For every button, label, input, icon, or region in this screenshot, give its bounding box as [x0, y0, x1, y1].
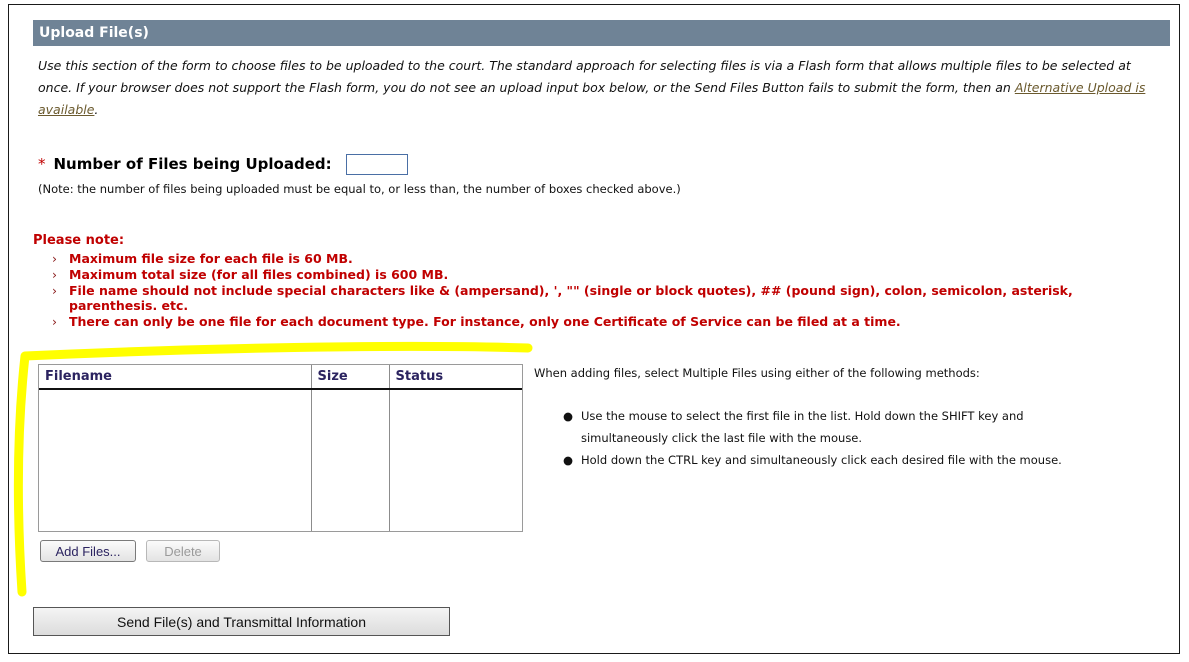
bullet-icon: ●: [563, 409, 574, 423]
note-item-text: There can only be one file for each docu…: [69, 313, 901, 329]
section-header: Upload File(s): [33, 20, 1170, 46]
instruction-item: ● Use the mouse to select the first file …: [563, 405, 1108, 449]
file-count-note: (Note: the number of files being uploade…: [38, 182, 681, 196]
bullet-icon: ●: [563, 453, 574, 467]
note-item-text: File name should not include special cha…: [69, 283, 1073, 313]
intro-text-after-link: .: [94, 102, 99, 117]
column-header-filename[interactable]: Filename: [39, 365, 312, 390]
chevron-right-icon: ›: [52, 313, 57, 329]
chevron-right-icon: ›: [52, 251, 57, 266]
chevron-right-icon: ›: [52, 267, 57, 282]
note-item: › File name should not include special ch…: [52, 283, 1152, 313]
column-header-status[interactable]: Status: [389, 365, 522, 390]
size-column-cell: [311, 389, 390, 531]
instruction-item-text: Use the mouse to select the first file i…: [581, 409, 1024, 445]
note-item-text: Maximum file size for each file is 60 MB…: [69, 251, 353, 266]
note-item: › Maximum file size for each file is 60 M…: [52, 251, 1152, 267]
delete-button[interactable]: Delete: [146, 540, 220, 562]
status-column-cell: [389, 389, 522, 531]
required-marker: *: [38, 155, 46, 173]
instructions-list: ● Use the mouse to select the first file …: [563, 405, 1108, 471]
instructions-title: When adding files, select Multiple Files…: [534, 366, 980, 380]
file-count-label: Number of Files being Uploaded:: [53, 155, 332, 173]
intro-text-before-link: Use this section of the form to choose f…: [38, 58, 1131, 95]
please-note-heading: Please note:: [33, 233, 125, 248]
chevron-right-icon: ›: [52, 283, 57, 298]
file-list-table[interactable]: Filename Size Status: [38, 364, 523, 532]
file-count-input[interactable]: [345, 153, 408, 175]
note-item: › Maximum total size (for all files combi…: [52, 267, 1152, 283]
file-count-row: * Number of Files being Uploaded:: [38, 151, 408, 177]
instruction-item-text: Hold down the CTRL key and simultaneousl…: [581, 453, 1062, 467]
add-files-button[interactable]: Add Files...: [40, 540, 136, 562]
note-item: › There can only be one file for each doc…: [52, 313, 1152, 330]
empty-table-body: [39, 389, 522, 531]
note-item-text: Maximum total size (for all files combin…: [69, 267, 449, 282]
column-header-size[interactable]: Size: [311, 365, 390, 390]
instruction-item: ● Hold down the CTRL key and simultaneous…: [563, 449, 1108, 471]
filename-column-cell: [39, 389, 312, 531]
please-note-list: › Maximum file size for each file is 60 M…: [52, 251, 1152, 331]
send-files-button[interactable]: Send File(s) and Transmittal Information: [33, 607, 450, 636]
intro-text: Use this section of the form to choose f…: [38, 55, 1168, 121]
